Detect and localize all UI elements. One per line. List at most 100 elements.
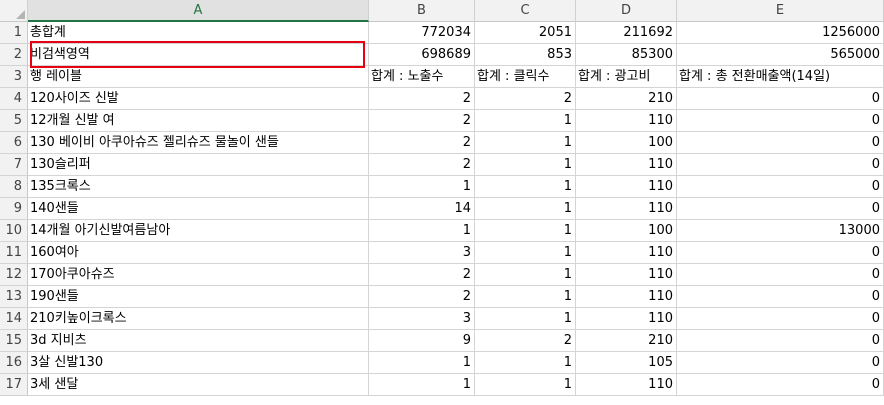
cell-e[interactable]: 1256000	[677, 22, 884, 44]
cell-b[interactable]: 2	[369, 110, 475, 132]
cell-a[interactable]: 총합계	[28, 22, 369, 44]
cell-a[interactable]: 130 베이비 아쿠아슈즈 젤리슈즈 물놀이 샌들	[28, 132, 369, 154]
cell-a[interactable]: 170아쿠아슈즈	[28, 264, 369, 286]
cell-e[interactable]: 13000	[677, 220, 884, 242]
cell-d[interactable]: 105	[576, 352, 677, 374]
row-number[interactable]: 5	[0, 110, 28, 132]
cell-d[interactable]: 110	[576, 242, 677, 264]
cell-c[interactable]: 2051	[475, 22, 576, 44]
row-number[interactable]: 4	[0, 88, 28, 110]
row-number[interactable]: 12	[0, 264, 28, 286]
cell-e[interactable]: 0	[677, 286, 884, 308]
cell-e[interactable]: 0	[677, 352, 884, 374]
row-number[interactable]: 9	[0, 198, 28, 220]
cell-d[interactable]: 110	[576, 286, 677, 308]
cell-b[interactable]: 2	[369, 88, 475, 110]
cell-c[interactable]: 1	[475, 220, 576, 242]
cell-a[interactable]: 3세 샌달	[28, 374, 369, 396]
cell-c[interactable]: 1	[475, 132, 576, 154]
row-number[interactable]: 11	[0, 242, 28, 264]
cell-b[interactable]: 2	[369, 264, 475, 286]
cell-c[interactable]: 1	[475, 154, 576, 176]
cell-d[interactable]: 110	[576, 374, 677, 396]
cell-c[interactable]: 1	[475, 110, 576, 132]
row-number[interactable]: 8	[0, 176, 28, 198]
cell-c[interactable]: 합계 : 클릭수	[475, 66, 576, 88]
cell-a[interactable]: 135크록스	[28, 176, 369, 198]
cell-b[interactable]: 2	[369, 154, 475, 176]
cell-c[interactable]: 1	[475, 242, 576, 264]
row-number[interactable]: 6	[0, 132, 28, 154]
cell-a[interactable]: 14개월 아기신발여름남아	[28, 220, 369, 242]
cell-b[interactable]: 3	[369, 242, 475, 264]
cell-b[interactable]: 1	[369, 176, 475, 198]
cell-e[interactable]: 0	[677, 374, 884, 396]
cell-e[interactable]: 565000	[677, 44, 884, 66]
cell-e[interactable]: 0	[677, 110, 884, 132]
cell-d[interactable]: 210	[576, 330, 677, 352]
cell-c[interactable]: 2	[475, 88, 576, 110]
cell-a[interactable]: 3살 신발130	[28, 352, 369, 374]
column-header-e[interactable]: E	[677, 0, 884, 22]
cell-a[interactable]: 비검색영역	[28, 44, 369, 66]
cell-c[interactable]: 1	[475, 198, 576, 220]
cell-b[interactable]: 1	[369, 352, 475, 374]
cell-d[interactable]: 85300	[576, 44, 677, 66]
cell-a[interactable]: 190샌들	[28, 286, 369, 308]
cell-a[interactable]: 210키높이크록스	[28, 308, 369, 330]
cell-a[interactable]: 12개월 신발 여	[28, 110, 369, 132]
cell-e[interactable]: 합계 : 총 전환매출액(14일)	[677, 66, 884, 88]
cell-d[interactable]: 210	[576, 88, 677, 110]
cell-d[interactable]: 110	[576, 154, 677, 176]
cell-d[interactable]: 110	[576, 264, 677, 286]
row-number[interactable]: 13	[0, 286, 28, 308]
cell-d[interactable]: 100	[576, 132, 677, 154]
cell-e[interactable]: 0	[677, 132, 884, 154]
cell-b[interactable]: 2	[369, 132, 475, 154]
cell-d[interactable]: 100	[576, 220, 677, 242]
cell-e[interactable]: 0	[677, 154, 884, 176]
cell-a[interactable]: 140샌들	[28, 198, 369, 220]
cell-b[interactable]: 1	[369, 374, 475, 396]
cell-a[interactable]: 160여아	[28, 242, 369, 264]
cell-d[interactable]: 211692	[576, 22, 677, 44]
cell-e[interactable]: 0	[677, 176, 884, 198]
cell-c[interactable]: 1	[475, 286, 576, 308]
cell-e[interactable]: 0	[677, 88, 884, 110]
row-number[interactable]: 16	[0, 352, 28, 374]
select-all-corner[interactable]	[0, 0, 28, 22]
row-number[interactable]: 7	[0, 154, 28, 176]
cell-a[interactable]: 3d 지비츠	[28, 330, 369, 352]
column-header-a[interactable]: A	[28, 0, 369, 22]
row-number[interactable]: 14	[0, 308, 28, 330]
cell-a[interactable]: 행 레이블	[28, 66, 369, 88]
row-number[interactable]: 3	[0, 66, 28, 88]
cell-b[interactable]: 합계 : 노출수	[369, 66, 475, 88]
column-header-d[interactable]: D	[576, 0, 677, 22]
cell-e[interactable]: 0	[677, 330, 884, 352]
cell-e[interactable]: 0	[677, 198, 884, 220]
cell-b[interactable]: 3	[369, 308, 475, 330]
cell-d[interactable]: 합계 : 광고비	[576, 66, 677, 88]
cell-c[interactable]: 1	[475, 374, 576, 396]
cell-b[interactable]: 2	[369, 286, 475, 308]
cell-a[interactable]: 120사이즈 신발	[28, 88, 369, 110]
cell-d[interactable]: 110	[576, 176, 677, 198]
cell-d[interactable]: 110	[576, 198, 677, 220]
cell-d[interactable]: 110	[576, 110, 677, 132]
cell-c[interactable]: 1	[475, 264, 576, 286]
cell-e[interactable]: 0	[677, 308, 884, 330]
column-header-c[interactable]: C	[475, 0, 576, 22]
cell-b[interactable]: 9	[369, 330, 475, 352]
cell-c[interactable]: 853	[475, 44, 576, 66]
cell-e[interactable]: 0	[677, 264, 884, 286]
row-number[interactable]: 2	[0, 44, 28, 66]
row-number[interactable]: 10	[0, 220, 28, 242]
cell-c[interactable]: 1	[475, 176, 576, 198]
cell-c[interactable]: 1	[475, 352, 576, 374]
cell-d[interactable]: 110	[576, 308, 677, 330]
cell-b[interactable]: 772034	[369, 22, 475, 44]
cell-b[interactable]: 14	[369, 198, 475, 220]
column-header-b[interactable]: B	[369, 0, 475, 22]
cell-a[interactable]: 130슬리퍼	[28, 154, 369, 176]
